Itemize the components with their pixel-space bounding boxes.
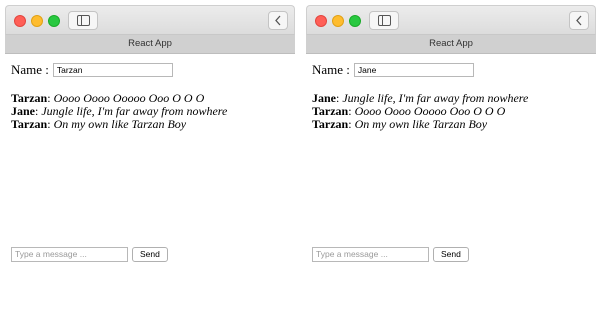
close-button[interactable] [315,15,327,27]
message-input[interactable]: Type a message ... [11,247,128,262]
send-button[interactable]: Send [433,247,469,262]
message-list: Tarzan: Oooo Oooo Ooooo Ooo O O O Jane: … [11,92,289,131]
message-author: Tarzan [11,91,48,105]
message-text: Jungle life, I'm far away from nowhere [342,91,529,105]
minimize-button[interactable] [31,15,43,27]
message-input[interactable]: Type a message ... [312,247,429,262]
zoom-button[interactable] [48,15,60,27]
zoom-button[interactable] [349,15,361,27]
chevron-left-icon [576,15,582,26]
back-button[interactable] [268,11,288,30]
page-content: Name : Tarzan Tarzan: Oooo Oooo Ooooo Oo… [5,54,295,262]
message-text: Oooo Oooo Ooooo Ooo O O O [53,91,205,105]
sidebar-icon [77,15,90,26]
page-content: Name : Jane Jane: Jungle life, I'm far a… [306,54,596,262]
message-author: Tarzan [312,104,349,118]
chevron-left-icon [275,15,281,26]
message-item: Tarzan: On my own like Tarzan Boy [312,117,488,131]
message-author: Jane [11,104,35,118]
sidebar-icon [378,15,391,26]
name-label: Name : [11,62,49,77]
back-button[interactable] [569,11,589,30]
sidebar-toggle-button[interactable] [369,11,399,30]
message-text: On my own like Tarzan Boy [354,117,488,131]
window-titlebar [306,5,596,35]
message-text: Jungle life, I'm far away from nowhere [41,104,228,118]
name-label: Name : [312,62,350,77]
name-input[interactable]: Tarzan [52,63,173,77]
message-author: Tarzan [11,117,48,131]
send-button[interactable]: Send [132,247,168,262]
browser-window-tarzan: React App Name : Tarzan Tarzan: Oooo Ooo… [5,5,295,310]
minimize-button[interactable] [332,15,344,27]
message-item: Tarzan: On my own like Tarzan Boy [11,117,187,131]
message-list: Jane: Jungle life, I'm far away from now… [312,92,590,131]
message-author: Jane [312,91,336,105]
message-composer: Type a message ... Send [312,247,469,262]
window-titlebar [5,5,295,35]
message-composer: Type a message ... Send [11,247,168,262]
sidebar-toggle-button[interactable] [68,11,98,30]
name-input[interactable]: Jane [353,63,474,77]
close-button[interactable] [14,15,26,27]
tab-react-app[interactable]: React App [306,35,596,54]
screenshot: React App Name : Tarzan Tarzan: Oooo Ooo… [0,0,600,315]
name-row: Name : Jane [312,62,590,78]
tab-react-app[interactable]: React App [5,35,295,54]
name-row: Name : Tarzan [11,62,289,78]
browser-window-jane: React App Name : Jane Jane: Jungle life,… [306,5,596,310]
message-text: Oooo Oooo Ooooo Ooo O O O [354,104,506,118]
message-text: On my own like Tarzan Boy [53,117,187,131]
message-author: Tarzan [312,117,349,131]
